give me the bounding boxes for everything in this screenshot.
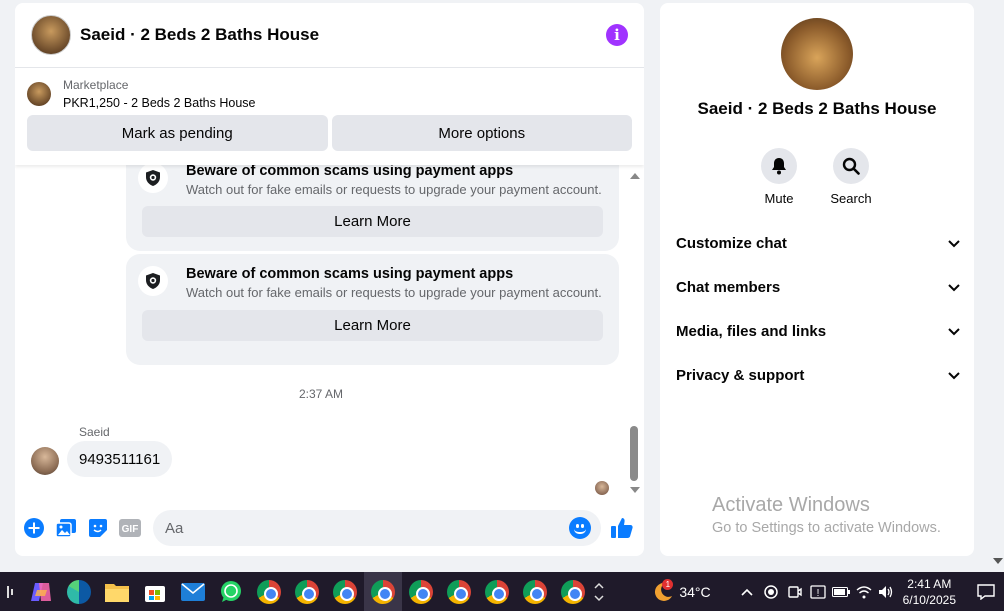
info-icon[interactable]: i <box>606 24 628 46</box>
activate-windows-watermark: Activate Windows Go to Settings to activ… <box>712 494 941 536</box>
section-label[interactable]: Chat members <box>676 279 780 296</box>
svg-text:GIF: GIF <box>122 524 139 535</box>
watermark-subtitle: Go to Settings to activate Windows. <box>712 520 941 536</box>
message-bubble[interactable]: 9493511161 <box>67 441 173 477</box>
scrollbar[interactable] <box>627 165 643 500</box>
conversation-info-panel: Saeid · 2 Beds 2 Baths House Mute Search… <box>660 3 974 556</box>
chrome-profile-icon[interactable] <box>440 572 478 611</box>
seen-indicator-avatar <box>595 481 609 495</box>
scam-warning-card: Beware of common scams using payment app… <box>126 165 619 251</box>
message-input[interactable]: Aa <box>153 510 601 546</box>
message-list: Beware of common scams using payment app… <box>15 165 644 500</box>
file-explorer-icon[interactable] <box>98 572 136 611</box>
listing-thumbnail[interactable] <box>27 82 51 106</box>
chevron-down-icon[interactable] <box>948 283 960 292</box>
section-chat-members[interactable]: Chat members <box>676 279 960 296</box>
chrome-profile-icon[interactable] <box>478 572 516 611</box>
chrome-profile-icon[interactable] <box>402 572 440 611</box>
shield-icon <box>138 165 168 193</box>
chat-title[interactable]: Saeid · 2 Beds 2 Baths House <box>80 25 606 45</box>
windows-taskbar: 1 34°C ! 2:41 AM 6/10/2025 <box>0 572 1004 611</box>
battery-icon[interactable] <box>829 572 853 611</box>
section-media-files-links[interactable]: Media, files and links <box>676 323 960 340</box>
show-hidden-icons-chevron-icon[interactable] <box>735 572 759 611</box>
watermark-title: Activate Windows <box>712 494 870 516</box>
card-title: Beware of common scams using payment app… <box>186 266 514 282</box>
clock-date[interactable]: 6/10/2025 <box>903 592 956 608</box>
sender-avatar[interactable] <box>31 447 59 475</box>
chevron-down-icon[interactable] <box>948 239 960 248</box>
section-label[interactable]: Customize chat <box>676 235 787 252</box>
scroll-thumb[interactable] <box>630 426 638 481</box>
shield-icon <box>138 266 168 296</box>
profile-avatar[interactable] <box>781 18 853 90</box>
whatsapp-icon[interactable] <box>212 572 250 611</box>
listing-title[interactable]: PKR1,250 - 2 Beds 2 Baths House <box>63 96 255 110</box>
weather-icon[interactable]: 1 <box>647 572 679 611</box>
scroll-up-arrow-icon[interactable] <box>630 173 640 179</box>
learn-more-button[interactable]: Learn More <box>142 206 603 237</box>
message-input-placeholder[interactable]: Aa <box>165 520 569 537</box>
volume-icon[interactable] <box>875 572 897 611</box>
page-scroll-down-icon[interactable] <box>993 558 1003 564</box>
section-privacy-support[interactable]: Privacy & support <box>676 367 960 384</box>
contact-avatar[interactable] <box>31 15 71 55</box>
mail-icon[interactable] <box>174 572 212 611</box>
like-thumb-icon[interactable] <box>611 517 633 539</box>
marketplace-banner: Marketplace PKR1,250 - 2 Beds 2 Baths Ho… <box>15 68 644 165</box>
section-label[interactable]: Privacy & support <box>676 367 804 384</box>
chrome-profile-icon[interactable] <box>288 572 326 611</box>
chrome-profile-icon[interactable] <box>516 572 554 611</box>
gif-icon[interactable]: GIF <box>119 517 141 539</box>
bell-icon[interactable] <box>761 148 797 184</box>
chevron-down-icon[interactable] <box>948 371 960 380</box>
sticker-icon[interactable] <box>87 517 109 539</box>
section-label[interactable]: Media, files and links <box>676 323 826 340</box>
emoji-icon[interactable] <box>569 517 591 539</box>
edge-browser-icon[interactable] <box>60 572 98 611</box>
scam-warning-card: Beware of common scams using payment app… <box>126 254 619 365</box>
chrome-profile-icon[interactable] <box>554 572 592 611</box>
mark-as-pending-button[interactable]: Mark as pending <box>27 115 328 151</box>
wifi-icon[interactable] <box>853 572 875 611</box>
record-icon[interactable] <box>759 572 783 611</box>
chat-panel: Saeid · 2 Beds 2 Baths House i Marketpla… <box>15 3 644 556</box>
system-tray: 1 34°C ! 2:41 AM 6/10/2025 <box>647 572 1004 611</box>
svg-text:!: ! <box>816 588 819 599</box>
mute-action[interactable]: Mute <box>749 148 809 206</box>
profile-name: Saeid · 2 Beds 2 Baths House <box>697 99 937 118</box>
temperature[interactable]: 34°C <box>679 584 710 600</box>
system-clock[interactable]: 2:41 AM 6/10/2025 <box>903 576 956 608</box>
task-view-icon[interactable] <box>0 572 22 611</box>
section-customize-chat[interactable]: Customize chat <box>676 235 960 252</box>
chrome-profile-icon-active[interactable] <box>364 572 402 611</box>
composer: GIF Aa <box>15 508 644 548</box>
copilot-icon[interactable] <box>22 572 60 611</box>
chrome-profile-icon[interactable] <box>250 572 288 611</box>
mute-label[interactable]: Mute <box>749 191 809 206</box>
meet-now-icon[interactable] <box>783 572 807 611</box>
search-action[interactable]: Search <box>821 148 881 206</box>
card-subtitle: Watch out for fake emails or requests to… <box>186 285 602 300</box>
notifications-icon[interactable] <box>968 572 1004 611</box>
clock-time[interactable]: 2:41 AM <box>903 576 956 592</box>
sender-name: Saeid <box>79 425 110 439</box>
gallery-icon[interactable] <box>55 517 77 539</box>
chat-header: Saeid · 2 Beds 2 Baths House i <box>15 3 644 68</box>
taskbar-overflow-chevron-icon[interactable] <box>592 572 606 611</box>
marketplace-label: Marketplace <box>63 78 129 92</box>
chrome-profile-icon[interactable] <box>326 572 364 611</box>
learn-more-button[interactable]: Learn More <box>142 310 603 341</box>
plus-icon[interactable] <box>23 517 45 539</box>
card-title: Beware of common scams using payment app… <box>186 165 514 179</box>
security-alert-icon[interactable]: ! <box>807 572 829 611</box>
search-label[interactable]: Search <box>821 191 881 206</box>
more-options-button[interactable]: More options <box>331 115 632 151</box>
message-timestamp: 2:37 AM <box>298 387 344 401</box>
search-icon[interactable] <box>833 148 869 184</box>
chevron-down-icon[interactable] <box>948 327 960 336</box>
scroll-down-arrow-icon[interactable] <box>630 487 640 493</box>
microsoft-store-icon[interactable] <box>136 572 174 611</box>
card-subtitle: Watch out for fake emails or requests to… <box>186 182 602 197</box>
